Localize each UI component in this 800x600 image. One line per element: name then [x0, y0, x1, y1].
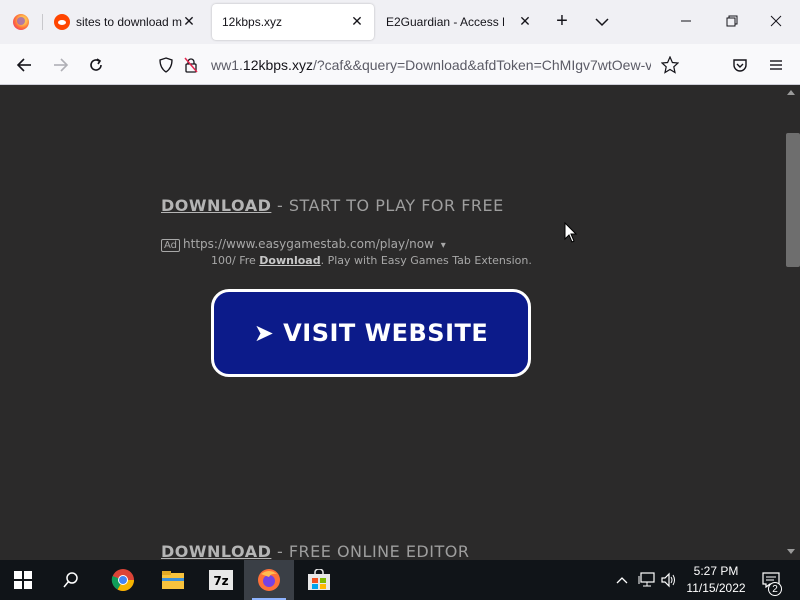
tab-e2guardian[interactable]: E2Guardian - Access Den ✕: [386, 0, 536, 44]
list-all-tabs-button[interactable]: [594, 14, 610, 30]
address-bar[interactable]: ww1.12kbps.xyz/?caf&&query=Download&afdT…: [150, 50, 686, 80]
restore-icon: [726, 15, 738, 27]
minimize-icon: [681, 20, 691, 22]
minimize-button[interactable]: [676, 12, 696, 32]
navigation-toolbar: ww1.12kbps.xyz/?caf&&query=Download&afdT…: [0, 44, 800, 85]
close-tab-icon[interactable]: ✕: [182, 14, 196, 28]
taskbar-store[interactable]: [296, 560, 342, 600]
heading-text: - START TO PLAY FOR FREE: [271, 196, 504, 215]
app-menu-button[interactable]: [766, 55, 786, 75]
windows-logo-icon: [14, 571, 32, 589]
chevron-down-icon: [595, 18, 609, 27]
start-button[interactable]: [0, 560, 46, 600]
url-domain: 12kbps.xyz: [242, 57, 313, 73]
tab-12kbps[interactable]: 12kbps.xyz ✕: [212, 4, 374, 40]
volume-button[interactable]: [658, 560, 680, 600]
windows-taskbar: 7z 5:27 PM 11/15/2022 2: [0, 560, 800, 600]
section-heading-editor: DOWNLOAD - FREE ONLINE EDITOR: [161, 542, 469, 560]
download-link[interactable]: DOWNLOAD: [161, 542, 271, 560]
7zip-icon: 7z: [209, 570, 233, 590]
ad-desc-text: . Play with Easy Games Tab Extension.: [320, 254, 532, 267]
section-heading-play: DOWNLOAD - START TO PLAY FOR FREE: [161, 196, 504, 215]
close-window-button[interactable]: [766, 12, 786, 32]
ad-url-link[interactable]: https://www.easygamestab.com/play/now: [183, 237, 434, 251]
firefox-view-button[interactable]: [0, 0, 42, 44]
ad-download-link[interactable]: Download: [259, 254, 320, 267]
tab-strip: sites to download m ✕ 12kbps.xyz ✕ E2Gua…: [0, 0, 800, 44]
tab-separator: [42, 14, 43, 30]
tab-label: E2Guardian - Access Den: [386, 15, 504, 29]
arrow-right-icon: [54, 58, 69, 72]
svg-text:7z: 7z: [213, 574, 228, 588]
system-clock[interactable]: 5:27 PM 11/15/2022: [680, 563, 752, 597]
close-tab-icon[interactable]: ✕: [350, 14, 364, 28]
store-icon: [308, 569, 330, 590]
page-scrollbar[interactable]: [782, 85, 800, 560]
ad-badge: Ad: [161, 239, 181, 252]
taskbar-chrome[interactable]: [98, 560, 148, 600]
forward-button[interactable]: [51, 55, 71, 75]
mouse-pointer-icon: [564, 221, 578, 249]
firefox-icon: [258, 569, 280, 591]
show-hidden-icons-button[interactable]: [612, 560, 632, 600]
heading-text: - FREE ONLINE EDITOR: [271, 542, 470, 560]
network-icon: [638, 572, 655, 587]
bookmark-star-button[interactable]: [660, 55, 680, 79]
scroll-down-arrow-icon[interactable]: [787, 549, 795, 554]
restore-button[interactable]: [722, 12, 742, 32]
taskbar-file-explorer[interactable]: [148, 560, 198, 600]
chevron-up-icon: [616, 577, 628, 584]
notification-count-badge: 2: [768, 582, 782, 596]
reload-button[interactable]: [86, 55, 106, 75]
web-page-content: DOWNLOAD - START TO PLAY FOR FREE Ad http…: [0, 85, 782, 560]
ad-url-line: Ad https://www.easygamestab.com/play/now …: [161, 237, 446, 252]
clock-date: 11/15/2022: [686, 581, 746, 595]
speaker-icon: [661, 572, 675, 588]
insecure-lock-icon[interactable]: [184, 57, 198, 78]
close-icon: [770, 15, 782, 27]
ad-options-chevron-icon[interactable]: ▾: [441, 240, 446, 251]
scroll-up-arrow-icon[interactable]: [787, 90, 795, 95]
ad-desc-text: 100/ Fre: [211, 254, 260, 267]
star-icon: [660, 55, 680, 74]
network-button[interactable]: [636, 560, 658, 600]
folder-icon: [162, 571, 184, 589]
back-button[interactable]: [14, 55, 34, 75]
firefox-icon: [13, 14, 29, 30]
taskbar-firefox[interactable]: [244, 560, 294, 600]
close-tab-icon[interactable]: ✕: [518, 14, 532, 28]
hamburger-menu-icon: [770, 60, 782, 70]
download-link[interactable]: DOWNLOAD: [161, 196, 271, 215]
arrow-left-icon: [16, 58, 31, 72]
scrollbar-thumb[interactable]: [786, 133, 800, 267]
url-prefix: ww1.: [211, 57, 243, 73]
search-icon: [63, 572, 78, 588]
clock-time: 5:27 PM: [693, 564, 739, 578]
visit-website-button[interactable]: ➤ VISIT WEBSITE: [211, 289, 531, 377]
reload-icon: [90, 58, 102, 71]
reddit-icon: [54, 14, 70, 30]
new-tab-button[interactable]: +: [552, 11, 572, 32]
url-text: ww1.12kbps.xyz/?caf&&query=Download&afdT…: [211, 57, 651, 73]
chrome-icon: [111, 569, 134, 591]
tab-reddit[interactable]: sites to download m ✕: [54, 0, 206, 44]
url-path: /?caf&&query=Download&afdToken=ChMIgv7wt…: [312, 57, 651, 73]
search-button[interactable]: [48, 560, 94, 600]
ad-description: 100/ Fre Download. Play with Easy Games …: [211, 254, 532, 267]
taskbar-7zip[interactable]: 7z: [198, 560, 244, 600]
tracking-protection-shield-icon[interactable]: [158, 57, 174, 78]
tab-label: 12kbps.xyz: [222, 15, 283, 29]
pocket-icon: [733, 59, 747, 72]
tab-label: sites to download m: [76, 15, 183, 29]
pocket-button[interactable]: [730, 55, 750, 75]
